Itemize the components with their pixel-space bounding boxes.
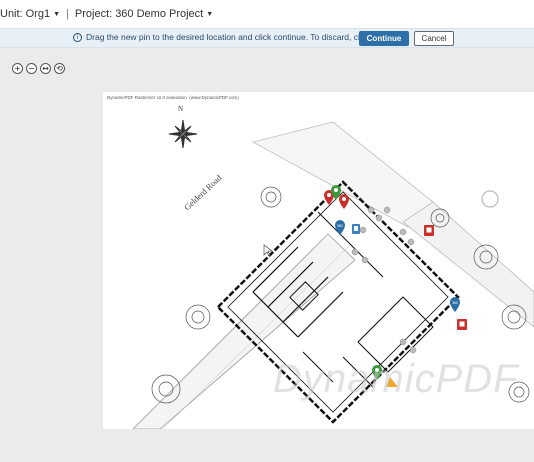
compass-icon [168, 119, 198, 149]
cancel-button[interactable]: Cancel [414, 31, 454, 46]
pin-red-2 [339, 194, 349, 209]
unit-label: Unit: [0, 8, 23, 20]
zoom-in-icon[interactable]: + [12, 63, 23, 74]
north-label: N [178, 105, 184, 113]
project-label: Project: [74, 8, 113, 20]
unit-value: Org1 [25, 8, 51, 20]
pin-360-label-1: 360 [337, 224, 343, 228]
zoom-out-icon[interactable]: − [26, 63, 37, 74]
instruction-banner: i Drag the new pin to the desired locati… [0, 28, 534, 48]
chevron-down-icon: ▼ [206, 10, 214, 18]
banner-text: Drag the new pin to the desired location… [86, 32, 400, 42]
reset-view-icon[interactable]: ⟲ [54, 63, 65, 74]
watermark: DynamicPDF [273, 357, 519, 401]
project-dropdown[interactable]: 360 Demo Project ▼ [115, 8, 217, 20]
info-icon: i [73, 32, 82, 42]
pin-red-4 [457, 319, 467, 330]
fit-to-view-icon[interactable]: ↔ [40, 63, 51, 74]
pin-blue-1 [352, 224, 360, 234]
floor-plan-canvas[interactable]: 360 360 DynamicPDF Rasterizer v2.0 evalu… [103, 92, 534, 429]
project-value: 360 Demo Project [115, 8, 204, 20]
chevron-down-icon: ▼ [53, 10, 61, 18]
pin-red-3 [424, 225, 434, 236]
header-separator: | [66, 8, 69, 20]
bottom-bar [0, 430, 534, 462]
banner-message: i Drag the new pin to the desired locati… [73, 32, 400, 42]
top-header: Unit: Org1 ▼ | Project: 360 Demo Project… [0, 0, 534, 28]
unit-dropdown[interactable]: Org1 ▼ [26, 8, 64, 20]
registered-mark [481, 190, 499, 208]
evaluation-note: DynamicPDF Rasterizer v2.0 evaluation. (… [107, 95, 239, 100]
continue-button[interactable]: Continue [359, 31, 409, 46]
furniture [351, 206, 417, 354]
zoom-toolbar: + − ↔ ⟲ [12, 63, 65, 74]
pin-360-label-2: 360 [452, 301, 458, 305]
